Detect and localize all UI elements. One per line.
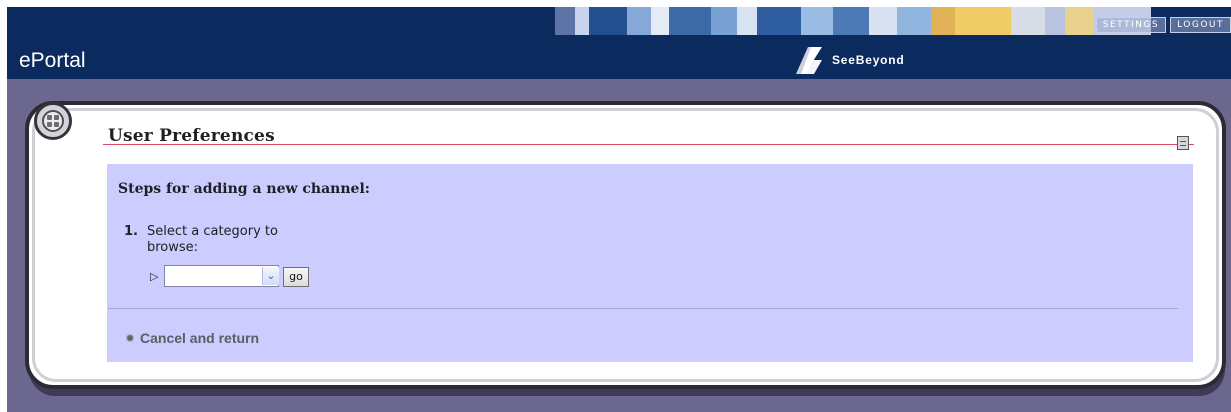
header-stripe [955,7,1011,35]
steps-heading: Steps for adding a new channel: [118,181,370,197]
top-header: SETTINGS LOGOUT ePortal SeeBeyond [7,7,1231,79]
header-stripe [801,7,833,35]
grid-icon [42,110,64,132]
grid-tile [47,115,52,120]
grid-circle-icon [34,102,72,140]
settings-link[interactable]: SETTINGS [1095,17,1167,33]
header-stripe [833,7,869,35]
header-stripe [897,7,931,35]
grid-tile [54,122,59,127]
app-title: ePortal [19,49,86,72]
logout-link[interactable]: LOGOUT [1170,17,1231,33]
header-stripe [575,7,589,35]
bullet-icon [126,334,134,342]
title-divider [103,144,1194,145]
grid-tile [47,122,52,127]
top-navigation: SETTINGS LOGOUT [1095,17,1231,33]
header-stripe [931,7,955,35]
header-stripe [627,7,651,35]
header-stripe [1011,7,1045,35]
step-number: 1. [124,224,138,239]
category-select[interactable] [164,265,279,287]
panel-menu-icon[interactable] [1177,136,1189,150]
header-stripe [711,7,737,35]
header-stripe [1065,7,1093,35]
header-stripe [869,7,897,35]
brand-logo: SeeBeyond [794,44,905,75]
section-divider [108,308,1178,309]
header-stripe [555,7,575,35]
play-icon: ▷ [150,270,159,283]
cancel-link-text: Cancel and return [140,330,260,346]
header-stripe [737,7,757,35]
app-frame: SETTINGS LOGOUT ePortal SeeBeyond User P… [0,0,1231,412]
header-stripe [757,7,801,35]
header-stripe [589,7,627,35]
brand-mark-icon [796,47,822,74]
page-title: User Preferences [108,126,275,146]
cancel-and-return-link[interactable]: Cancel and return [126,330,259,346]
header-stripe [1045,7,1065,35]
go-button[interactable]: go [283,267,309,287]
header-stripe [669,7,711,35]
grid-tile [54,115,59,120]
brand-text: SeeBeyond [832,52,905,67]
step-instruction: Select a category to browse: [147,224,278,255]
header-stripe [651,7,669,35]
